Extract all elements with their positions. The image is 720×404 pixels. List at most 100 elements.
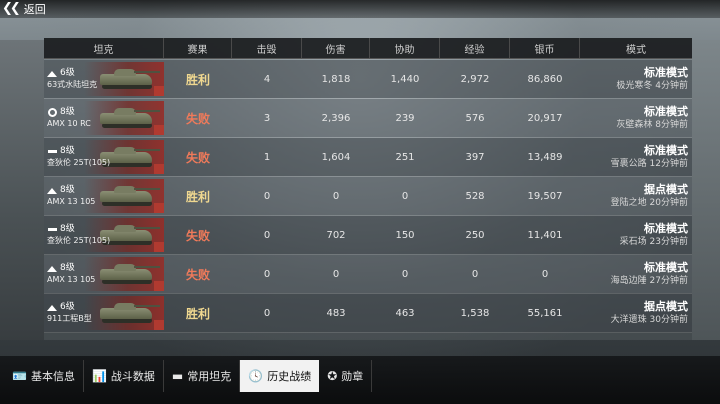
map-and-time: 采石场 23分钟前 [619, 237, 688, 247]
tank-image [84, 179, 164, 213]
top-bar: ❮❮ 返回 [0, 0, 720, 18]
mode-cell: 标准模式 灰壁森林 8分钟前 [580, 99, 692, 137]
tab-history[interactable]: 🕓 历史战绩 [240, 360, 320, 392]
tank-image [84, 257, 164, 291]
battle-history-table: 坦克 赛果 击毁 伤害 协助 经验 银币 模式 6级 63式水陆坦克 胜利 4 … [44, 38, 692, 340]
kills: 3 [263, 112, 271, 124]
table-row[interactable]: 8级 查狄伦 25T(105) 失败 1 1,604 251 397 13,48… [44, 138, 692, 177]
nation-flag-icon [154, 125, 164, 135]
battle-mode: 据点模式 [644, 300, 688, 313]
mode-cell: 标准模式 采石场 23分钟前 [580, 216, 692, 254]
table-row[interactable]: 6级 63式水陆坦克 胜利 4 1,818 1,440 2,972 86,860… [44, 60, 692, 99]
table-body: 6级 63式水陆坦克 胜利 4 1,818 1,440 2,972 86,860… [44, 60, 692, 333]
table-row[interactable]: 8级 AMX 13 105 失败 0 0 0 0 0 标准模式 海岛边陲 27分… [44, 255, 692, 294]
tank-image [84, 101, 164, 135]
tank-cell: 8级 AMX 13 105 [44, 177, 164, 215]
back-button[interactable]: ❮❮ 返回 [2, 1, 46, 17]
experience: 250 [465, 229, 485, 241]
assist: 1,440 [390, 73, 420, 85]
table-row[interactable]: 6级 911工程B型 胜利 0 483 463 1,538 55,161 据点模… [44, 294, 692, 333]
damage: 702 [326, 229, 346, 241]
tank-name: 911工程B型 [47, 314, 92, 323]
nation-flag-icon [154, 86, 164, 96]
tank-tier: 6级 [60, 68, 75, 78]
tank-tier: 8级 [60, 185, 75, 195]
map-and-time: 登陆之地 20分钟前 [610, 198, 688, 208]
silver: 13,489 [527, 151, 563, 163]
tab-label: 常用坦克 [187, 370, 232, 383]
experience: 1,538 [460, 307, 490, 319]
column-header-silver: 银币 [510, 38, 580, 58]
column-header-mode: 模式 [626, 44, 646, 56]
assist: 150 [395, 229, 415, 241]
damage: 0 [332, 190, 340, 202]
experience: 2,972 [460, 73, 490, 85]
table-header: 坦克 赛果 击毁 伤害 协助 经验 银币 模式 [44, 38, 692, 59]
nation-flag-icon [154, 320, 164, 330]
map-and-time: 大洋遗珠 30分钟前 [610, 315, 688, 325]
column-header-damage: 伤害 [302, 38, 370, 58]
tab-battle-stats[interactable]: 📊 战斗数据 [84, 360, 164, 392]
silver: 55,161 [527, 307, 563, 319]
result: 失败 [185, 228, 210, 243]
column-header-kills: 击毁 [232, 38, 302, 58]
nation-flag-icon [154, 242, 164, 252]
table-row-partial[interactable] [44, 333, 692, 340]
light-tank-icon [47, 70, 57, 78]
damage: 2,396 [321, 112, 351, 124]
tank-icon: ▬ [171, 369, 184, 383]
tank-image [84, 296, 164, 330]
table-row[interactable]: 8级 查狄伦 25T(105) 失败 0 702 150 250 11,401 … [44, 216, 692, 255]
result: 失败 [185, 150, 210, 165]
tab-basic-info[interactable]: 🪪 基本信息 [4, 360, 84, 392]
tab-label: 战斗数据 [110, 370, 155, 383]
tank-name: 63式水陆坦克 [47, 80, 98, 89]
assist: 0 [401, 268, 409, 280]
experience: 528 [465, 190, 485, 202]
tank-cell: 8级 查狄伦 25T(105) [44, 138, 164, 176]
silver: 0 [541, 268, 549, 280]
column-header-exp: 经验 [440, 38, 510, 58]
damage: 0 [332, 268, 340, 280]
battle-mode: 标准模式 [644, 222, 688, 235]
result: 失败 [185, 267, 210, 282]
tab-favorite-tanks[interactable]: ▬ 常用坦克 [164, 360, 241, 392]
map-and-time: 雪裹公路 12分钟前 [610, 159, 688, 169]
kills: 0 [263, 268, 271, 280]
battle-mode: 标准模式 [644, 144, 688, 157]
td-icon [47, 148, 57, 156]
tank-tier: 6级 [60, 302, 75, 312]
tank-name: AMX 13 105 [47, 197, 96, 206]
kills: 1 [263, 151, 271, 163]
td-icon [47, 226, 57, 234]
silver: 20,917 [527, 112, 563, 124]
table-row[interactable]: 8级 AMX 13 105 胜利 0 0 0 528 19,507 据点模式 登… [44, 177, 692, 216]
assist: 239 [395, 112, 415, 124]
medal-icon: ✪ [327, 369, 338, 383]
tab-medals[interactable]: ✪ 勋章 [319, 360, 373, 392]
light-tank-icon [47, 265, 57, 273]
tab-label: 基本信息 [30, 370, 75, 383]
tank-tier: 8级 [60, 263, 75, 273]
nation-flag-icon [154, 281, 164, 291]
mode-cell: 标准模式 雪裹公路 12分钟前 [580, 138, 692, 176]
silver: 19,507 [527, 190, 563, 202]
tank-name: AMX 13 105 [47, 275, 96, 284]
silver: 86,860 [527, 73, 563, 85]
tab-label: 历史战绩 [267, 370, 312, 383]
damage: 483 [326, 307, 346, 319]
tank-cell: 6级 911工程B型 [44, 294, 164, 332]
tank-cell: 8级 查狄伦 25T(105) [44, 216, 164, 254]
experience: 0 [471, 268, 479, 280]
tank-cell: 8级 AMX 13 105 [44, 255, 164, 293]
battle-mode: 标准模式 [644, 66, 688, 79]
double-chevron-left-icon: ❮❮ [2, 1, 21, 16]
battle-mode: 据点模式 [644, 183, 688, 196]
result: 胜利 [185, 72, 210, 87]
tank-name: AMX 10 RC [47, 119, 91, 128]
map-and-time: 极光寒冬 4分钟前 [616, 81, 688, 91]
table-row[interactable]: 8级 AMX 10 RC 失败 3 2,396 239 576 20,917 标… [44, 99, 692, 138]
kills: 0 [263, 190, 271, 202]
tab-bar: 🪪 基本信息 📊 战斗数据 ▬ 常用坦克 🕓 历史战绩 ✪ 勋章 [4, 360, 373, 392]
damage: 1,818 [321, 73, 351, 85]
